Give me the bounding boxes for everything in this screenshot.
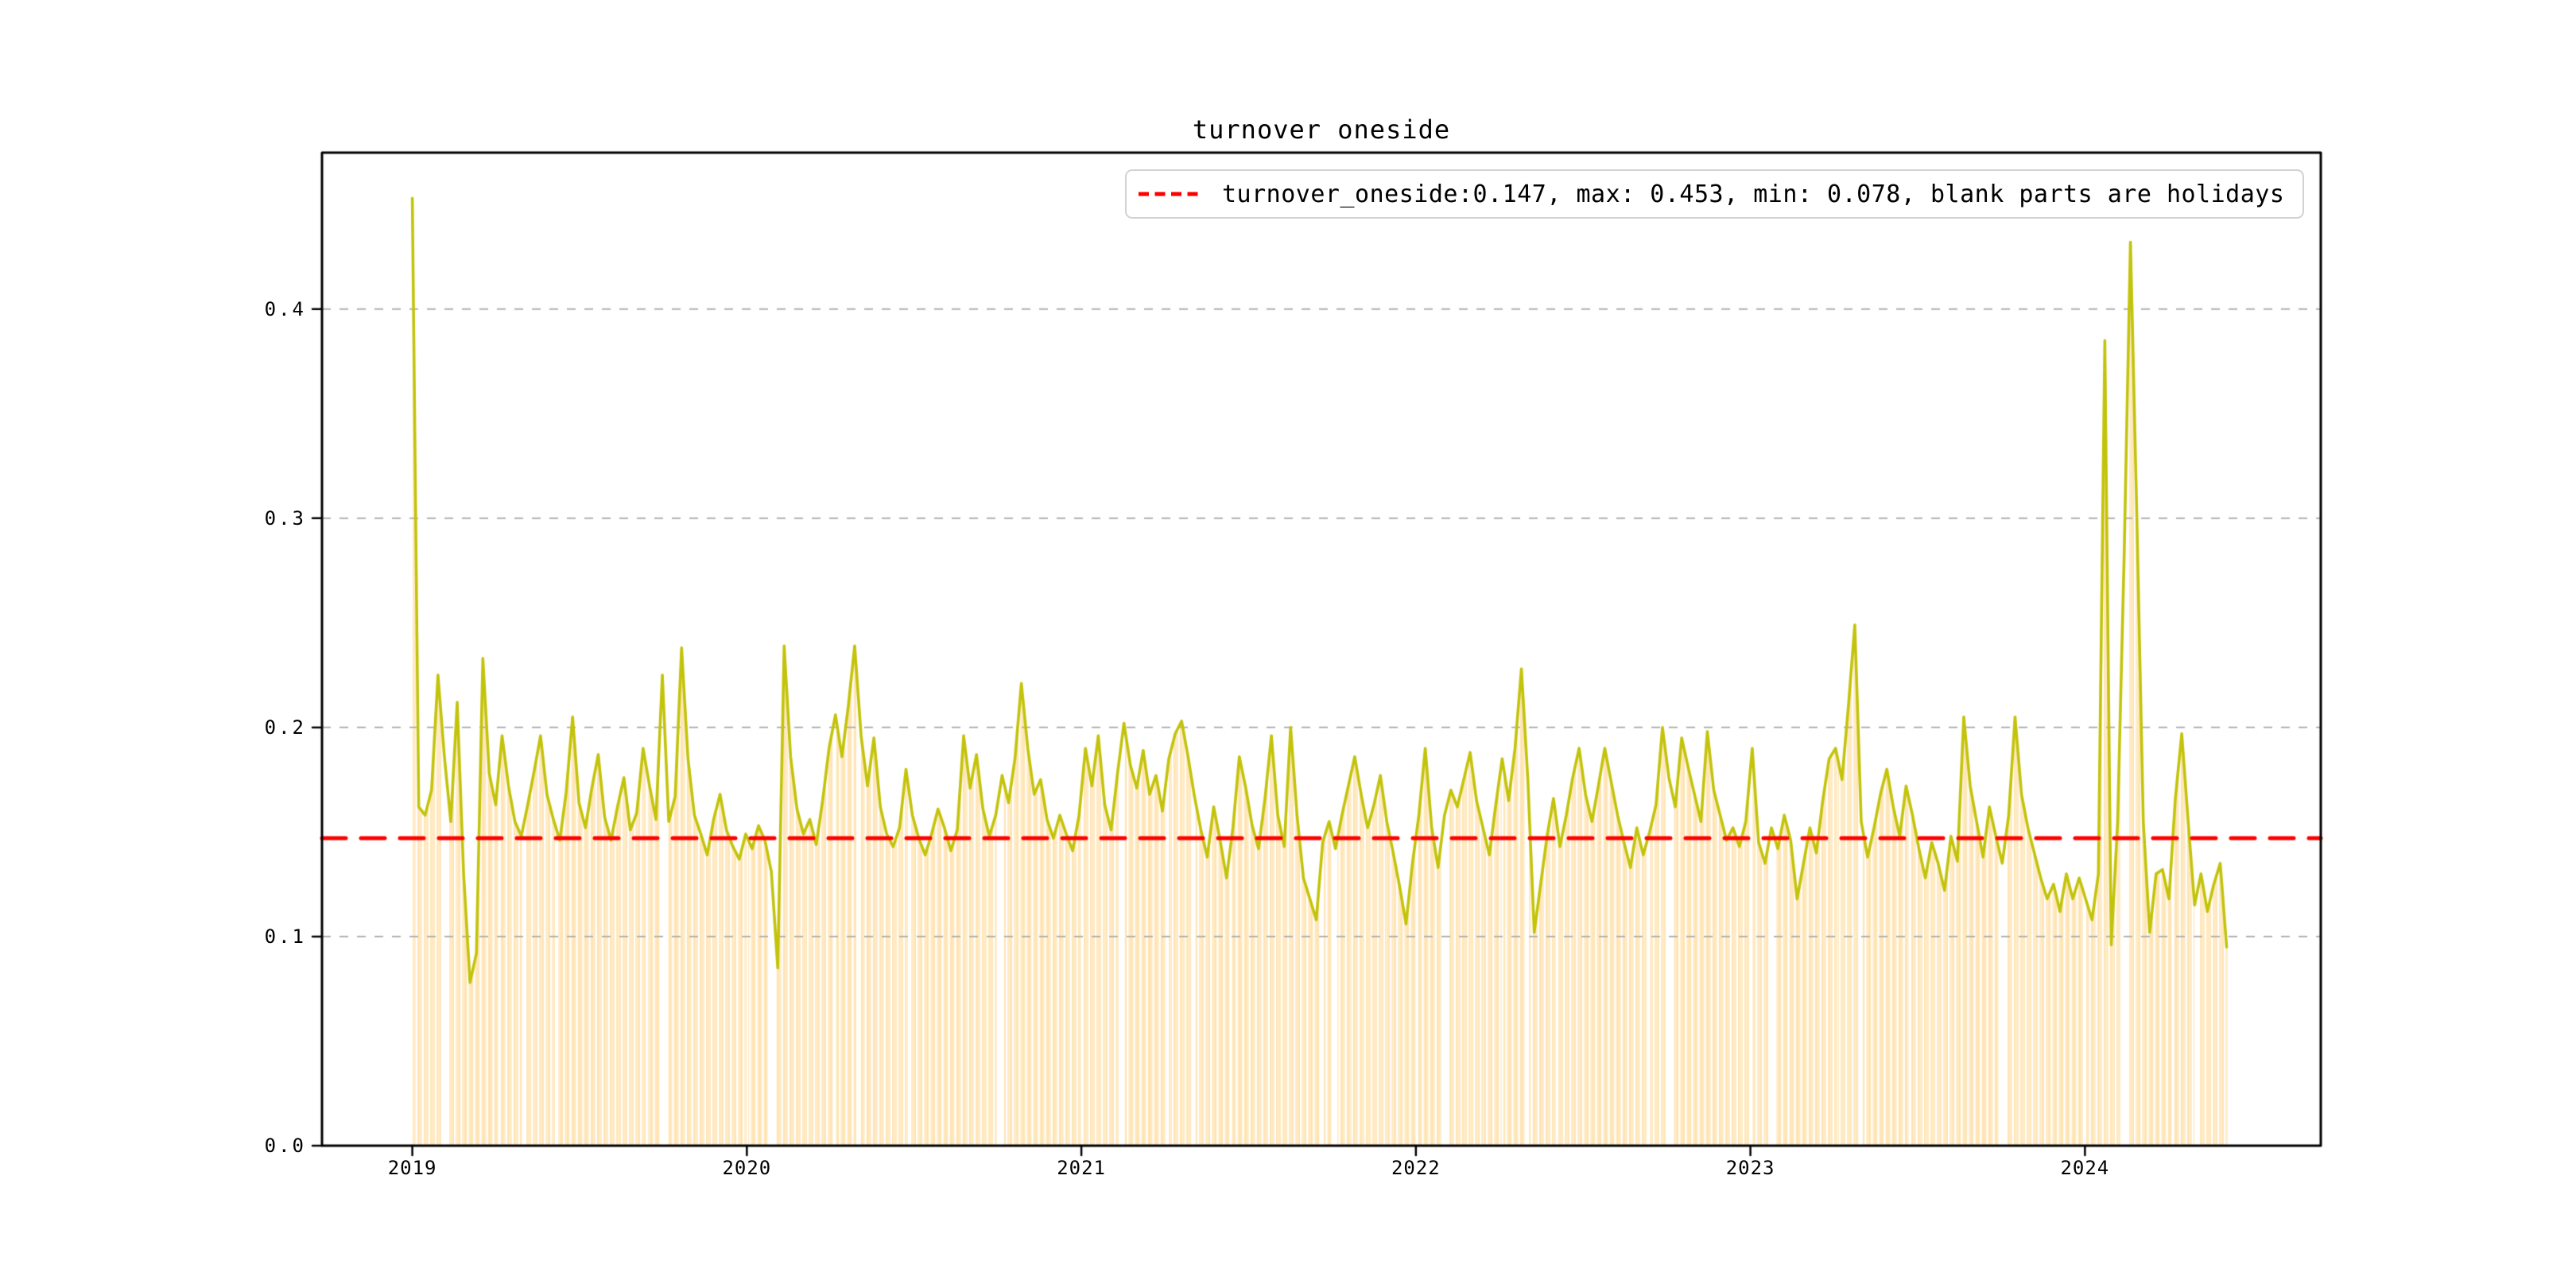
legend-dashed-line-sample [1139, 192, 1200, 196]
x-tick-label: 2021 [1057, 1157, 1107, 1179]
x-tick-label: 2022 [1391, 1157, 1441, 1179]
y-tick-label: 0.1 [264, 925, 306, 948]
x-tick-label: 2023 [1725, 1157, 1775, 1179]
y-tick-label: 0.0 [264, 1135, 306, 1157]
x-tick-label: 2024 [2060, 1157, 2110, 1179]
y-tick-label: 0.4 [264, 297, 306, 320]
y-tick-label: 0.3 [264, 506, 306, 530]
x-tick-label: 2020 [722, 1157, 772, 1179]
legend: turnover_oneside:0.147, max: 0.453, min:… [1125, 169, 2304, 219]
legend-label: turnover_oneside:0.147, max: 0.453, min:… [1222, 180, 2285, 208]
figure: turnover oneside turnover_oneside:0.147,… [0, 0, 2576, 1288]
chart-title: turnover oneside [1192, 114, 1451, 145]
x-tick-label: 2019 [387, 1157, 437, 1179]
y-tick-label: 0.2 [264, 716, 306, 739]
